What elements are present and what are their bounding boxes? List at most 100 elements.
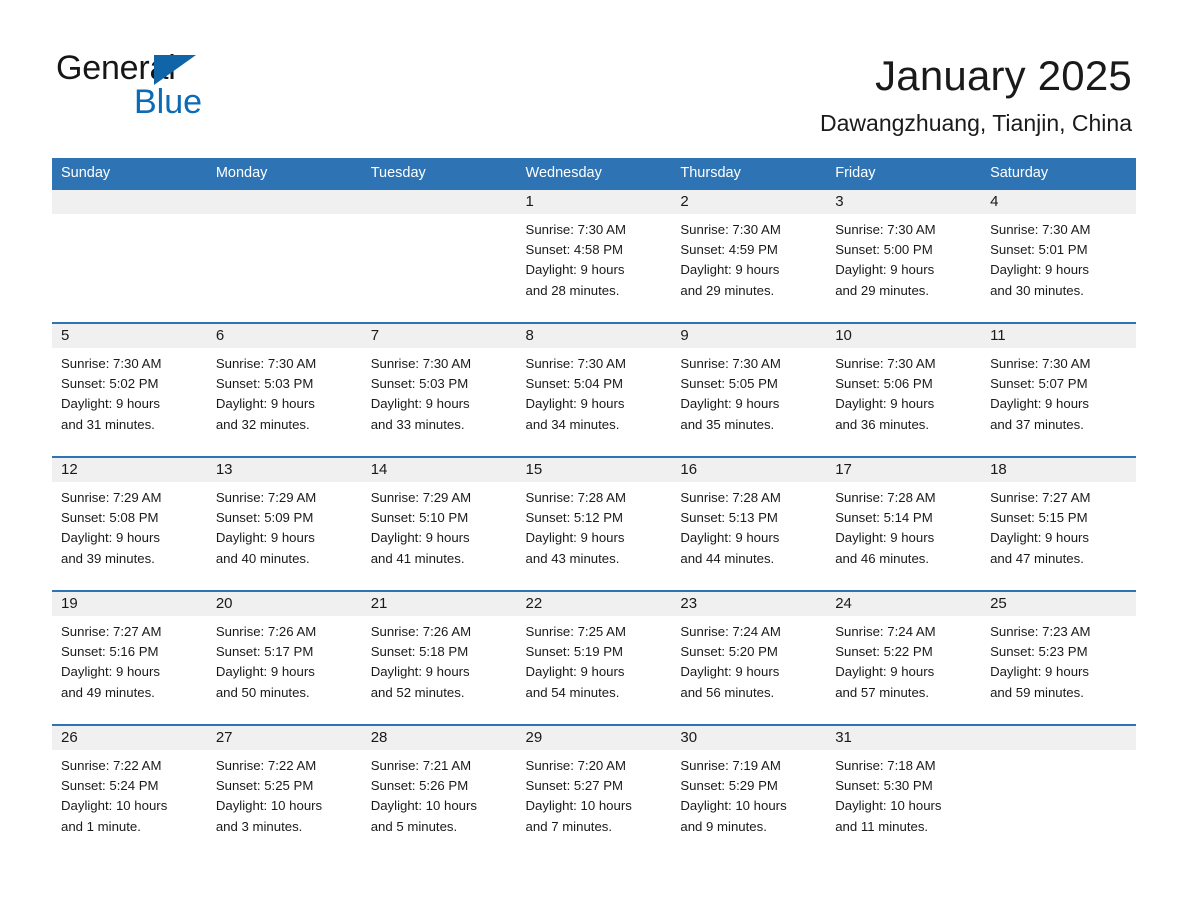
day-detail-line: Sunrise: 7:28 AM (525, 490, 626, 505)
logo-text-blue: Blue (134, 83, 203, 121)
day-number: 2 (671, 190, 827, 214)
day-detail-line: Sunrise: 7:21 AM (370, 758, 472, 773)
calendar-day-cell[interactable]: 20 Sunrise: 7:26 AM Sunset: 5:17 PM Dayligh… (206, 590, 362, 725)
calendar-day-cell[interactable]: 12 Sunrise: 7:29 AM Sunset: 5:08 PM Dayligh… (52, 456, 207, 591)
day-detail-line: Sunrise: 7:24 AM (680, 624, 781, 639)
day-detail-line: Sunset: 5:10 PM (370, 510, 469, 526)
day-detail-line: Sunset: 5:20 PM (680, 644, 778, 660)
day-detail-line: Daylight: 9 hours (990, 396, 1090, 412)
day-detail-line: and 47 minutes. (990, 550, 1084, 566)
day-detail-line: Daylight: 9 hours (61, 664, 160, 680)
day-detail-line: Sunrise: 7:22 AM (61, 758, 162, 773)
calendar-cell-empty (206, 190, 362, 323)
day-detail-line: Daylight: 9 hours (990, 530, 1090, 546)
calendar-day-cell[interactable]: 18 Sunrise: 7:27 AM Sunset: 5:15 PM Dayligh… (981, 456, 1136, 591)
day-detail-line: Daylight: 10 hours (215, 798, 323, 814)
calendar-day-cell[interactable]: 9 Sunrise: 7:30 AM Sunset: 5:05 PM Daylight… (671, 322, 827, 457)
day-detail-line: and 3 minutes. (215, 818, 303, 834)
day-detail-line: Sunset: 5:30 PM (835, 778, 933, 794)
calendar-day-cell[interactable]: 31 Sunrise: 7:18 AM Sunset: 5:30 PM Dayligh… (826, 724, 982, 858)
calendar-day-cell[interactable]: 1 Sunrise: 7:30 AM Sunset: 4:58 PM Daylight… (516, 190, 672, 323)
calendar-day-cell[interactable]: 26 Sunrise: 7:22 AM Sunset: 5:24 PM Dayligh… (52, 724, 207, 858)
day-details: Sunrise: 7:22 AM Sunset: 5:25 PM Daylight:… (207, 750, 362, 858)
day-detail-line: Sunrise: 7:27 AM (990, 490, 1091, 505)
day-detail-line: Daylight: 10 hours (370, 798, 477, 814)
day-detail-line: Sunset: 5:29 PM (680, 778, 778, 794)
calendar-day-cell[interactable]: 24 Sunrise: 7:24 AM Sunset: 5:22 PM Dayligh… (826, 590, 982, 725)
day-number: 30 (671, 726, 827, 750)
calendar-day-cell[interactable]: 8 Sunrise: 7:30 AM Sunset: 5:04 PM Daylight… (516, 322, 672, 457)
calendar-day-cell[interactable]: 10 Sunrise: 7:30 AM Sunset: 5:06 PM Dayligh… (826, 322, 982, 457)
day-detail-line: Daylight: 9 hours (990, 664, 1090, 680)
calendar-day-cell[interactable]: 21 Sunrise: 7:26 AM Sunset: 5:18 PM Dayligh… (361, 590, 517, 725)
day-detail-line: Sunset: 5:07 PM (990, 376, 1088, 392)
calendar-day-cell[interactable]: 30 Sunrise: 7:19 AM Sunset: 5:29 PM Dayligh… (671, 724, 827, 858)
day-details: Sunrise: 7:22 AM Sunset: 5:24 PM Daylight:… (52, 750, 207, 858)
day-number (52, 190, 207, 214)
calendar-day-cell[interactable]: 29 Sunrise: 7:20 AM Sunset: 5:27 PM Dayligh… (516, 724, 672, 858)
day-detail-line: and 49 minutes. (61, 684, 155, 700)
calendar-day-cell[interactable]: 14 Sunrise: 7:29 AM Sunset: 5:10 PM Dayligh… (361, 456, 517, 591)
calendar-day-cell[interactable]: 7 Sunrise: 7:30 AM Sunset: 5:03 PM Daylight… (361, 322, 517, 457)
day-detail-line: and 54 minutes. (525, 684, 620, 700)
calendar-day-cell[interactable]: 27 Sunrise: 7:22 AM Sunset: 5:25 PM Dayligh… (206, 724, 362, 858)
day-detail-line: Daylight: 9 hours (215, 396, 315, 412)
day-detail-line: Sunrise: 7:18 AM (835, 758, 936, 773)
day-detail-line: and 7 minutes. (525, 818, 613, 834)
calendar-cell-empty (52, 190, 207, 323)
logo-triangle-icon (154, 55, 196, 85)
day-number: 11 (981, 324, 1136, 348)
day-detail-line: and 46 minutes. (835, 550, 930, 566)
day-number: 4 (981, 190, 1136, 214)
calendar-table: Sunday Monday Tuesday Wednesday Thursday Frid… (52, 158, 1136, 858)
day-number (361, 190, 517, 214)
calendar-day-cell[interactable]: 16 Sunrise: 7:28 AM Sunset: 5:13 PM Dayligh… (671, 456, 827, 591)
calendar-day-cell[interactable]: 3 Sunrise: 7:30 AM Sunset: 5:00 PM Daylight… (826, 190, 982, 323)
day-number: 14 (361, 458, 517, 482)
calendar-week-row: 26 Sunrise: 7:22 AM Sunset: 5:24 PM Dayligh… (52, 724, 1136, 858)
day-number: 26 (52, 726, 207, 750)
day-detail-line: Sunrise: 7:29 AM (370, 490, 472, 505)
day-details: Sunrise: 7:30 AM Sunset: 5:02 PM Daylight:… (52, 348, 207, 456)
general-blue-logo[interactable]: General Blue (56, 48, 316, 128)
day-detail-line: and 59 minutes. (990, 684, 1084, 700)
calendar-day-cell[interactable]: 6 Sunrise: 7:30 AM Sunset: 5:03 PM Daylight… (206, 322, 362, 457)
day-detail-line: Daylight: 9 hours (61, 396, 160, 412)
day-detail-line: and 50 minutes. (215, 684, 310, 700)
day-detail-line: Sunset: 5:04 PM (525, 376, 624, 392)
day-number: 29 (516, 726, 672, 750)
day-number (981, 726, 1136, 750)
calendar-day-cell[interactable]: 2 Sunrise: 7:30 AM Sunset: 4:59 PM Daylight… (671, 190, 827, 323)
calendar-day-cell[interactable]: 15 Sunrise: 7:28 AM Sunset: 5:12 PM Dayligh… (516, 456, 672, 591)
day-detail-line: Sunset: 5:19 PM (525, 644, 624, 660)
day-detail-line: and 5 minutes. (370, 818, 458, 834)
day-detail-line: Daylight: 9 hours (370, 530, 470, 546)
day-detail-line: and 31 minutes. (61, 416, 155, 432)
day-detail-line: Daylight: 9 hours (370, 396, 470, 412)
calendar-day-cell[interactable]: 19 Sunrise: 7:27 AM Sunset: 5:16 PM Dayligh… (52, 590, 207, 725)
calendar-day-cell[interactable]: 25 Sunrise: 7:23 AM Sunset: 5:23 PM Dayligh… (981, 590, 1136, 725)
day-details: Sunrise: 7:30 AM Sunset: 5:05 PM Daylight:… (671, 348, 826, 456)
day-detail-line: Daylight: 9 hours (835, 262, 935, 278)
day-detail-line: Daylight: 9 hours (525, 664, 625, 680)
calendar-day-cell[interactable]: 17 Sunrise: 7:28 AM Sunset: 5:14 PM Dayligh… (826, 456, 982, 591)
calendar-day-cell[interactable]: 4 Sunrise: 7:30 AM Sunset: 5:01 PM Daylight… (981, 190, 1136, 323)
day-details: Sunrise: 7:30 AM Sunset: 5:07 PM Daylight:… (981, 348, 1136, 456)
day-number: 16 (671, 458, 827, 482)
day-detail-line: Sunset: 4:59 PM (680, 242, 778, 258)
page-title: January 2025 (875, 52, 1132, 99)
day-details: Sunrise: 7:26 AM Sunset: 5:18 PM Daylight:… (362, 616, 517, 724)
day-detail-line: and 41 minutes. (370, 550, 465, 566)
day-details: Sunrise: 7:19 AM Sunset: 5:29 PM Daylight:… (671, 750, 826, 858)
day-number: 6 (206, 324, 362, 348)
calendar-day-cell[interactable]: 11 Sunrise: 7:30 AM Sunset: 5:07 PM Dayligh… (981, 322, 1136, 457)
calendar-day-cell[interactable]: 22 Sunrise: 7:25 AM Sunset: 5:19 PM Dayligh… (516, 590, 672, 725)
day-detail-line: Sunset: 5:22 PM (835, 644, 933, 660)
day-detail-line: Daylight: 9 hours (990, 262, 1090, 278)
day-detail-line: and 11 minutes. (835, 818, 929, 834)
calendar-day-cell[interactable]: 13 Sunrise: 7:29 AM Sunset: 5:09 PM Dayligh… (206, 456, 362, 591)
calendar-cell-empty (981, 724, 1136, 858)
calendar-day-cell[interactable]: 28 Sunrise: 7:21 AM Sunset: 5:26 PM Dayligh… (361, 724, 517, 858)
calendar-day-cell[interactable]: 5 Sunrise: 7:30 AM Sunset: 5:02 PM Daylight… (52, 322, 207, 457)
calendar-day-cell[interactable]: 23 Sunrise: 7:24 AM Sunset: 5:20 PM Dayligh… (671, 590, 827, 725)
